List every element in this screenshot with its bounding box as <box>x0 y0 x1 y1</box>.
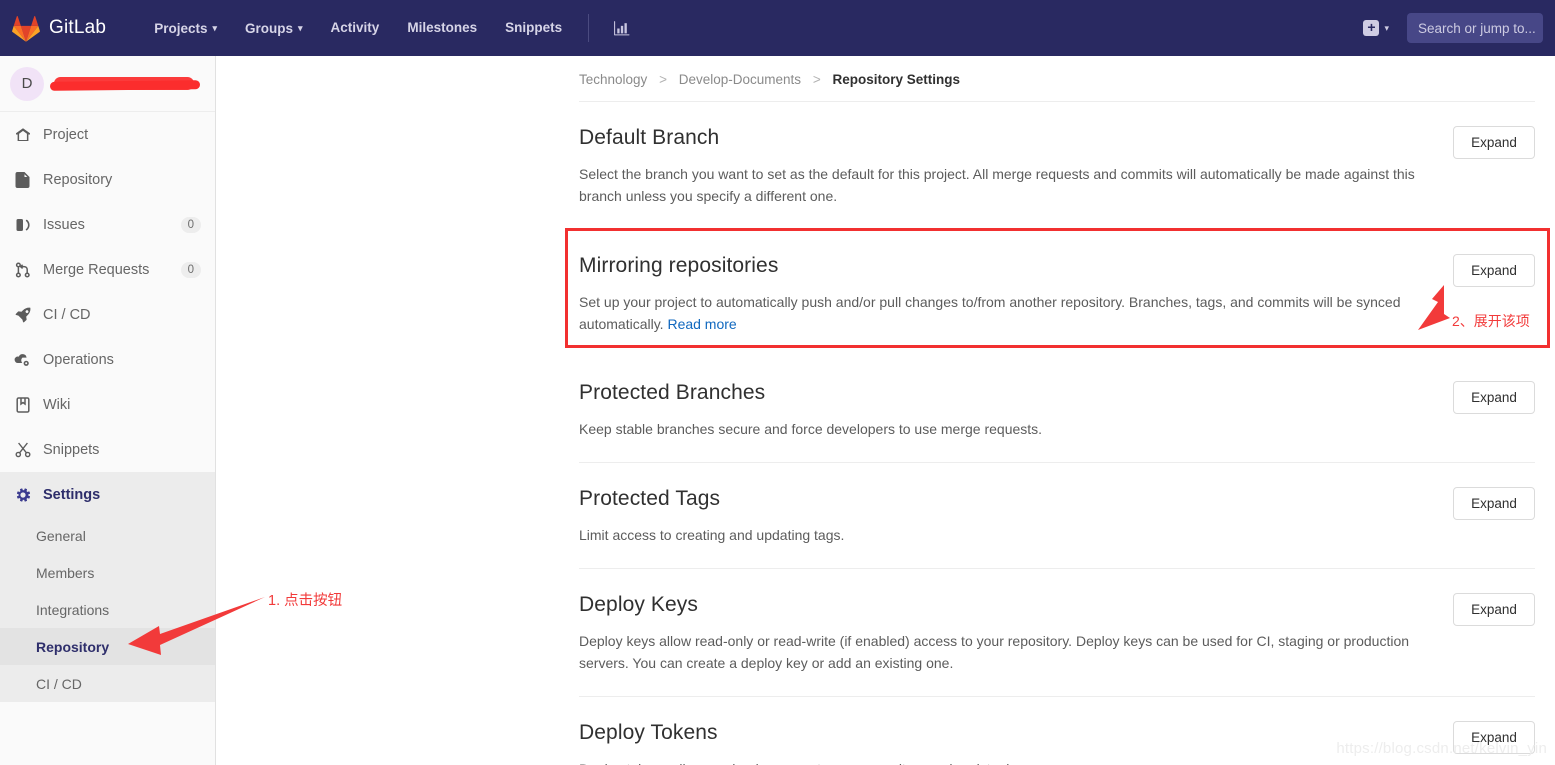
settings-sections: Default Branch Select the branch you wan… <box>579 102 1535 765</box>
section-title: Mirroring repositories <box>579 254 779 277</box>
chevron-down-icon: ▾ <box>1384 22 1389 33</box>
top-navbar: GitLab Projects ▾ Groups ▾ Activity Milest… <box>0 0 1555 56</box>
sidebar-subitem-repository[interactable]: Repository <box>0 628 215 665</box>
expand-button-protected-branches[interactable]: Expand <box>1453 381 1535 414</box>
sidebar-item-label: Project <box>43 126 89 143</box>
sidebar-item-label: CI / CD <box>43 306 91 323</box>
sidebar-item-issues[interactable]: Issues 0 <box>0 202 215 247</box>
plus-square-icon: + <box>1363 20 1380 36</box>
sidebar-item-wiki[interactable]: Wiki <box>0 382 215 427</box>
breadcrumb-current: Repository Settings <box>832 72 960 87</box>
breadcrumb-project[interactable]: Develop-Documents <box>679 72 801 87</box>
merge-requests-count-badge: 0 <box>180 261 201 278</box>
sidebar-subitem-ci-cd[interactable]: CI / CD <box>0 665 215 702</box>
section-description: Deploy keys allow read-only or read-writ… <box>579 633 1410 671</box>
annotation-step-2: 2、展开该项 <box>1452 313 1530 329</box>
sidebar-item-ci-cd[interactable]: CI / CD <box>0 292 215 337</box>
gitlab-brand-text: GitLab <box>49 17 107 38</box>
nav-link-milestones[interactable]: Milestones <box>393 0 491 56</box>
section-title: Protected Branches <box>579 381 766 404</box>
chevron-down-icon: ▾ <box>298 23 303 33</box>
rocket-icon <box>14 306 31 323</box>
section-description: Set up your project to automatically pus… <box>579 291 1417 335</box>
section-description: Limit access to creating and updating ta… <box>579 527 845 543</box>
nav-link-projects[interactable]: Projects ▾ <box>140 0 231 56</box>
redacted-project-name <box>54 77 194 90</box>
sidebar-item-label: Operations <box>43 351 114 368</box>
sidebar-subitem-general[interactable]: General <box>0 517 215 554</box>
expand-button-mirroring[interactable]: Expand <box>1453 254 1535 287</box>
sidebar-item-label: Issues <box>43 216 85 233</box>
new-item-button[interactable]: + ▾ <box>1357 20 1395 36</box>
gear-icon <box>14 486 31 503</box>
sidebar-item-operations[interactable]: Operations <box>0 337 215 382</box>
breadcrumb: Technology > Develop-Documents > Reposit… <box>216 56 1555 87</box>
section-title: Default Branch <box>579 126 720 149</box>
sidebar-subitem-integrations[interactable]: Integrations <box>0 591 215 628</box>
sidebar-item-label: Repository <box>43 171 113 188</box>
issue-icon <box>14 216 31 233</box>
navbar-right: + ▾ Search or jump to... <box>1357 0 1555 56</box>
breadcrumb-separator: > <box>812 72 821 87</box>
sidebar-subitem-members[interactable]: Members <box>0 554 215 591</box>
home-icon <box>14 126 31 143</box>
section-deploy-keys: Deploy Keys Deploy keys allow read-only … <box>579 569 1535 697</box>
sidebar-item-label: Settings <box>43 486 101 503</box>
section-title: Deploy Keys <box>579 593 698 616</box>
main-content: Technology > Develop-Documents > Reposit… <box>216 56 1555 765</box>
sidebar-item-label: Snippets <box>43 441 100 458</box>
section-description: Deploy tokens allow read-only access to … <box>579 758 1417 765</box>
section-description: Keep stable branches secure and force de… <box>579 421 1043 437</box>
expand-button-deploy-keys[interactable]: Expand <box>1453 593 1535 626</box>
section-mirroring-repositories: Mirroring repositories Set up your proje… <box>579 230 1535 357</box>
sidebar-item-label: Wiki <box>43 396 71 413</box>
scissors-icon <box>14 441 31 458</box>
section-title: Protected Tags <box>579 487 721 510</box>
sidebar-settings-section: Settings General Members Integrations Re… <box>0 472 215 702</box>
sidebar-item-label: Merge Requests <box>43 261 150 278</box>
sidebar-item-settings[interactable]: Settings <box>0 472 215 517</box>
expand-button-default-branch[interactable]: Expand <box>1453 126 1535 159</box>
sidebar-item-merge-requests[interactable]: Merge Requests 0 <box>0 247 215 292</box>
breadcrumb-separator: > <box>659 72 667 87</box>
watermark: https://blog.csdn.net/kelvin_yin <box>1336 740 1547 757</box>
document-icon <box>14 171 31 188</box>
project-header[interactable]: D <box>0 56 215 112</box>
gitlab-repository-settings-page: GitLab Projects ▾ Groups ▾ Activity Milest… <box>0 0 1555 765</box>
book-icon <box>14 396 31 413</box>
sidebar-item-repository[interactable]: Repository <box>0 157 215 202</box>
section-protected-branches: Protected Branches Keep stable branches … <box>579 357 1535 463</box>
sidebar-item-snippets[interactable]: Snippets <box>0 427 215 472</box>
nav-link-snippets[interactable]: Snippets <box>491 0 576 56</box>
issues-count-badge: 0 <box>180 216 201 233</box>
section-protected-tags: Protected Tags Limit access to creating … <box>579 463 1535 569</box>
merge-request-icon <box>14 261 31 278</box>
nav-link-groups[interactable]: Groups ▾ <box>231 0 317 56</box>
section-default-branch: Default Branch Select the branch you wan… <box>579 102 1535 230</box>
breadcrumb-group[interactable]: Technology <box>579 72 647 87</box>
bar-chart-icon[interactable] <box>601 0 642 56</box>
nav-link-activity[interactable]: Activity <box>317 0 394 56</box>
navbar-links: Projects ▾ Groups ▾ Activity Milestones Sn… <box>140 0 642 56</box>
section-description: Select the branch you want to set as the… <box>579 166 1415 204</box>
expand-button-protected-tags[interactable]: Expand <box>1453 487 1535 520</box>
project-sidebar: D Project Repository Issues 0 Merge Requ… <box>0 56 216 765</box>
cloud-gear-icon <box>14 351 31 368</box>
read-more-link[interactable]: Read more <box>667 316 736 332</box>
project-avatar: D <box>10 66 44 101</box>
sidebar-item-project[interactable]: Project <box>0 112 215 157</box>
gitlab-logo-link[interactable]: GitLab <box>0 15 106 42</box>
annotation-step-1: 1. 点击按钮 <box>268 593 343 609</box>
gitlab-fox-logo-icon <box>12 15 40 42</box>
search-input[interactable]: Search or jump to... <box>1407 13 1543 43</box>
chevron-down-icon: ▾ <box>212 23 217 33</box>
navbar-divider <box>588 14 590 42</box>
